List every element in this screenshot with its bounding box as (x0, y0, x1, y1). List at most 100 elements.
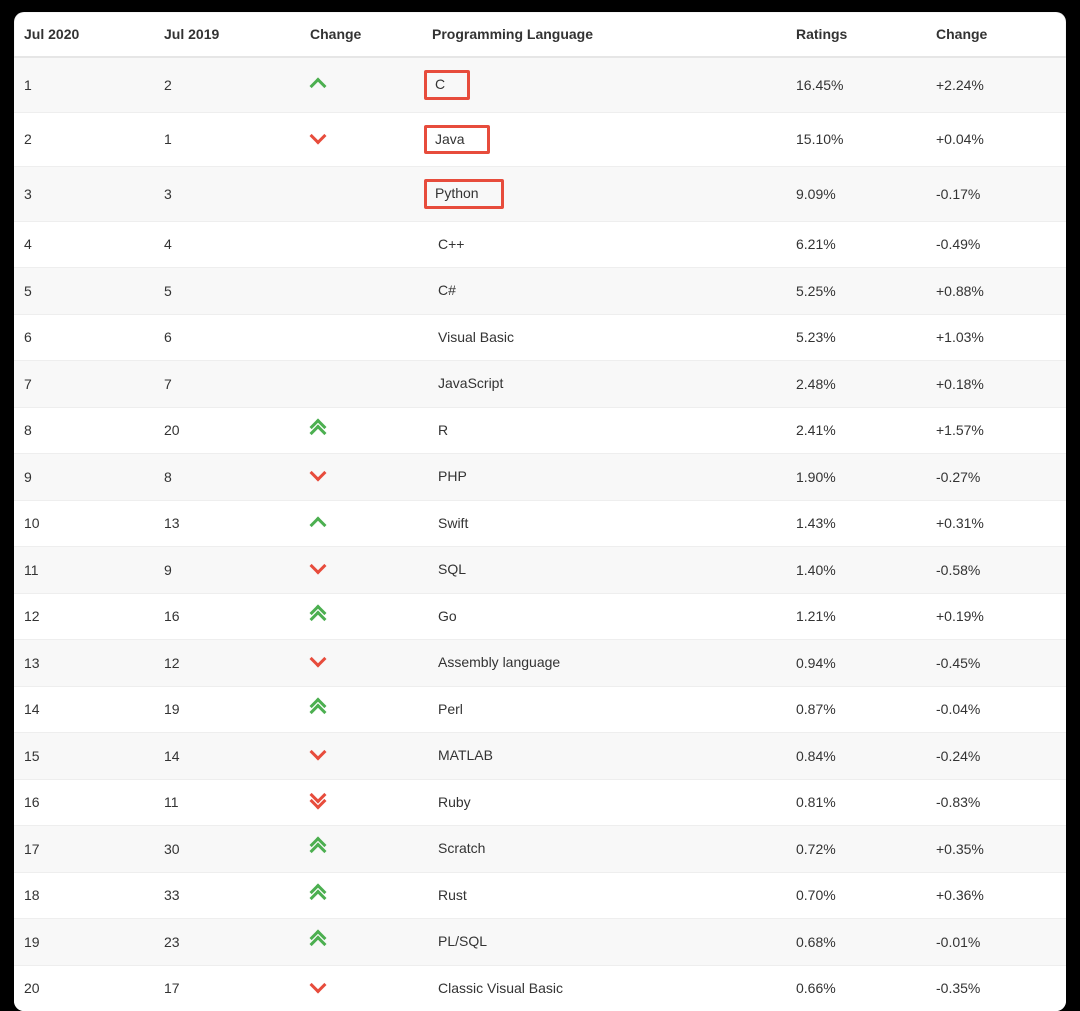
col-header-jul2019: Jul 2019 (154, 12, 300, 57)
cell-jul2019: 30 (154, 826, 300, 873)
cell-language: Ruby (422, 779, 786, 826)
cell-delta: -0.24% (926, 733, 1066, 780)
cell-change-icon (300, 686, 422, 733)
cell-delta: +2.24% (926, 57, 1066, 112)
cell-jul2020: 3 (14, 167, 154, 222)
chevron-down-icon (310, 747, 328, 761)
cell-jul2019: 13 (154, 500, 300, 547)
cell-change-icon (300, 919, 422, 966)
cell-change-icon (300, 454, 422, 501)
col-header-ratings: Ratings (786, 12, 926, 57)
cell-delta: -0.17% (926, 167, 1066, 222)
cell-jul2020: 6 (14, 314, 154, 361)
language-label: SQL (432, 559, 472, 581)
table-row: 12C16.45%+2.24% (14, 57, 1066, 112)
table-row: 1611Ruby0.81%-0.83% (14, 779, 1066, 826)
cell-delta: +0.36% (926, 872, 1066, 919)
cell-jul2020: 20 (14, 965, 154, 1011)
table-row: 1730Scratch0.72%+0.35% (14, 826, 1066, 873)
cell-jul2020: 4 (14, 221, 154, 268)
cell-jul2019: 12 (154, 640, 300, 687)
cell-delta: +1.57% (926, 407, 1066, 454)
language-label: Swift (432, 513, 474, 535)
language-label: Ruby (432, 792, 477, 814)
double-chevron-up-icon (310, 931, 328, 949)
table-row: 98 PHP1.90%-0.27% (14, 454, 1066, 501)
language-label: C# (432, 280, 462, 302)
cell-change-icon (300, 500, 422, 547)
language-label: JavaScript (432, 373, 509, 395)
language-label: Scratch (432, 838, 491, 860)
cell-language: C (422, 57, 786, 112)
cell-delta: +1.03% (926, 314, 1066, 361)
double-chevron-up-icon (310, 699, 328, 717)
cell-change-icon (300, 361, 422, 408)
cell-jul2020: 7 (14, 361, 154, 408)
cell-ratings: 2.41% (786, 407, 926, 454)
language-label: C++ (432, 234, 470, 256)
cell-ratings: 1.90% (786, 454, 926, 501)
cell-jul2019: 20 (154, 407, 300, 454)
cell-jul2020: 16 (14, 779, 154, 826)
table-header-row: Jul 2020 Jul 2019 Change Programming Lan… (14, 12, 1066, 57)
cell-ratings: 0.81% (786, 779, 926, 826)
double-chevron-up-icon (310, 838, 328, 856)
cell-jul2019: 8 (154, 454, 300, 501)
cell-jul2020: 9 (14, 454, 154, 501)
cell-jul2019: 4 (154, 221, 300, 268)
language-label: Visual Basic (432, 327, 520, 349)
cell-jul2019: 19 (154, 686, 300, 733)
cell-ratings: 0.68% (786, 919, 926, 966)
chevron-down-icon (310, 654, 328, 668)
cell-ratings: 2.48% (786, 361, 926, 408)
cell-change-icon (300, 268, 422, 315)
cell-change-icon (300, 112, 422, 167)
cell-delta: -0.27% (926, 454, 1066, 501)
cell-change-icon (300, 779, 422, 826)
language-label: PL/SQL (432, 931, 493, 953)
cell-jul2019: 33 (154, 872, 300, 919)
language-highlight-box: C (424, 70, 470, 100)
cell-ratings: 1.21% (786, 593, 926, 640)
cell-delta: +0.19% (926, 593, 1066, 640)
cell-jul2019: 23 (154, 919, 300, 966)
cell-language: MATLAB (422, 733, 786, 780)
double-chevron-down-icon (310, 792, 328, 810)
cell-ratings: 0.66% (786, 965, 926, 1011)
cell-delta: -0.35% (926, 965, 1066, 1011)
cell-jul2019: 9 (154, 547, 300, 594)
cell-jul2020: 8 (14, 407, 154, 454)
cell-delta: -0.83% (926, 779, 1066, 826)
cell-ratings: 0.70% (786, 872, 926, 919)
cell-language: Scratch (422, 826, 786, 873)
cell-language: PHP (422, 454, 786, 501)
cell-jul2020: 12 (14, 593, 154, 640)
cell-jul2020: 18 (14, 872, 154, 919)
cell-delta: +0.88% (926, 268, 1066, 315)
cell-language: Python (422, 167, 786, 222)
cell-language: C# (422, 268, 786, 315)
cell-change-icon (300, 314, 422, 361)
cell-delta: -0.01% (926, 919, 1066, 966)
cell-language: Swift (422, 500, 786, 547)
cell-jul2020: 1 (14, 57, 154, 112)
chevron-down-icon (310, 561, 328, 575)
table-row: 1013Swift1.43%+0.31% (14, 500, 1066, 547)
col-header-language: Programming Language (422, 12, 786, 57)
cell-language: SQL (422, 547, 786, 594)
table-row: 1312Assembly language0.94%-0.45% (14, 640, 1066, 687)
table-row: 1216Go1.21%+0.19% (14, 593, 1066, 640)
cell-ratings: 5.25% (786, 268, 926, 315)
cell-ratings: 0.84% (786, 733, 926, 780)
cell-ratings: 0.87% (786, 686, 926, 733)
cell-jul2020: 15 (14, 733, 154, 780)
language-label: R (432, 420, 454, 442)
chevron-up-icon (310, 76, 328, 90)
ranking-table: Jul 2020 Jul 2019 Change Programming Lan… (14, 12, 1066, 1011)
cell-jul2019: 1 (154, 112, 300, 167)
cell-jul2020: 13 (14, 640, 154, 687)
language-highlight-box: Java (424, 125, 490, 155)
cell-language: Classic Visual Basic (422, 965, 786, 1011)
cell-language: Go (422, 593, 786, 640)
cell-ratings: 0.94% (786, 640, 926, 687)
